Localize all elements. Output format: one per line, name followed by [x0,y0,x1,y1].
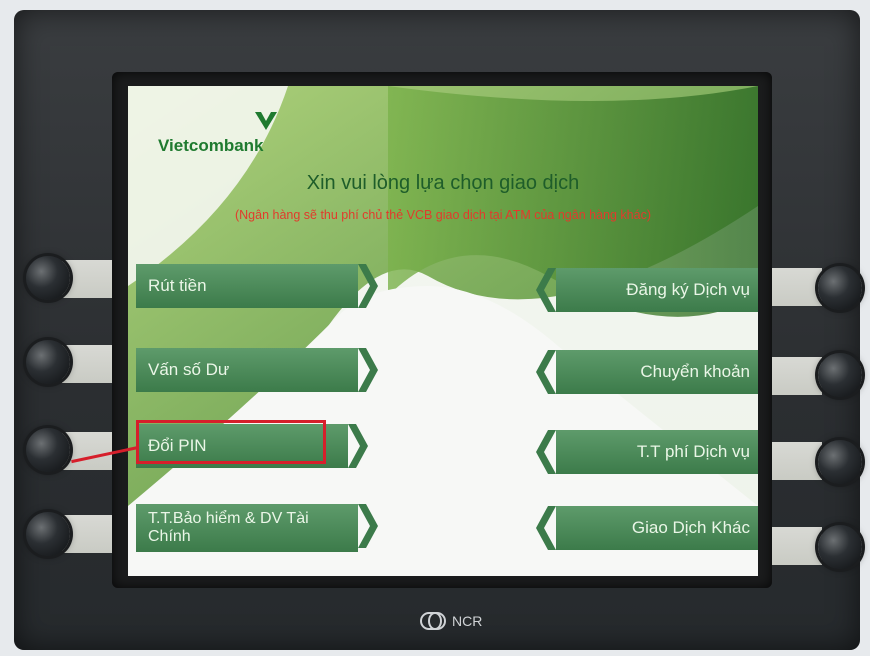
chevron-right-icon [348,424,368,468]
chevron-right-icon [358,504,378,548]
ncr-logo: NCR [420,612,482,630]
menu-insurance-label: T.T.Bảo hiểm & DV Tài Chính [148,509,309,545]
annotation-highlight-box [136,420,326,464]
menu-transfer[interactable]: Chuyển khoản [536,350,758,394]
menu-balance-label: Vấn số Dư [148,360,230,379]
chevron-left-icon [536,350,556,394]
menu-register-service[interactable]: Đăng ký Dịch vụ [536,268,758,312]
chevron-left-icon [536,268,556,312]
chevron-left-icon [536,506,556,550]
right-tab-4 [772,527,822,565]
menu-service-fee-label: T.T phí Dịch vụ [636,442,750,461]
screen-title: Xin vui lòng lựa chọn giao dịch [306,172,580,194]
atm-screen: Vietcombank Xin vui lòng lựa chọn giao d… [128,86,758,576]
menu-register-service-label: Đăng ký Dịch vụ [626,280,750,299]
vietcombank-icon [255,112,277,130]
side-button-right-2[interactable] [818,353,862,397]
menu-other-transactions-label: Giao Dịch Khác [631,518,750,537]
menu-insurance[interactable]: T.T.Bảo hiểm & DV Tài Chính [136,504,378,552]
side-button-right-4[interactable] [818,525,862,569]
side-button-right-3[interactable] [818,440,862,484]
side-button-left-1[interactable] [26,256,70,300]
menu-balance[interactable]: Vấn số Dư [136,348,378,392]
menu-withdraw[interactable]: Rút tiền [136,264,378,308]
side-button-left-3[interactable] [26,428,70,472]
menu-withdraw-label: Rút tiền [148,276,207,295]
chevron-right-icon [358,264,378,308]
menu-transfer-label: Chuyển khoản [640,362,750,381]
chevron-right-icon [358,348,378,392]
ncr-brand: NCR [452,613,483,629]
background-swoosh [128,86,758,576]
right-tab-2 [772,357,822,395]
side-button-left-4[interactable] [26,512,70,556]
menu-other-transactions[interactable]: Giao Dịch Khác [536,506,758,550]
fee-notice: (Ngân hàng sẽ thu phí chủ thẻ VCB giao d… [234,208,651,222]
right-tab-1 [772,268,822,306]
side-button-right-1[interactable] [818,266,862,310]
ncr-icon [420,612,446,630]
bank-name: Vietcombank [158,136,264,155]
chevron-left-icon [536,430,556,474]
menu-service-fee[interactable]: T.T phí Dịch vụ [536,430,758,474]
side-button-left-2[interactable] [26,340,70,384]
right-tab-3 [772,442,822,480]
